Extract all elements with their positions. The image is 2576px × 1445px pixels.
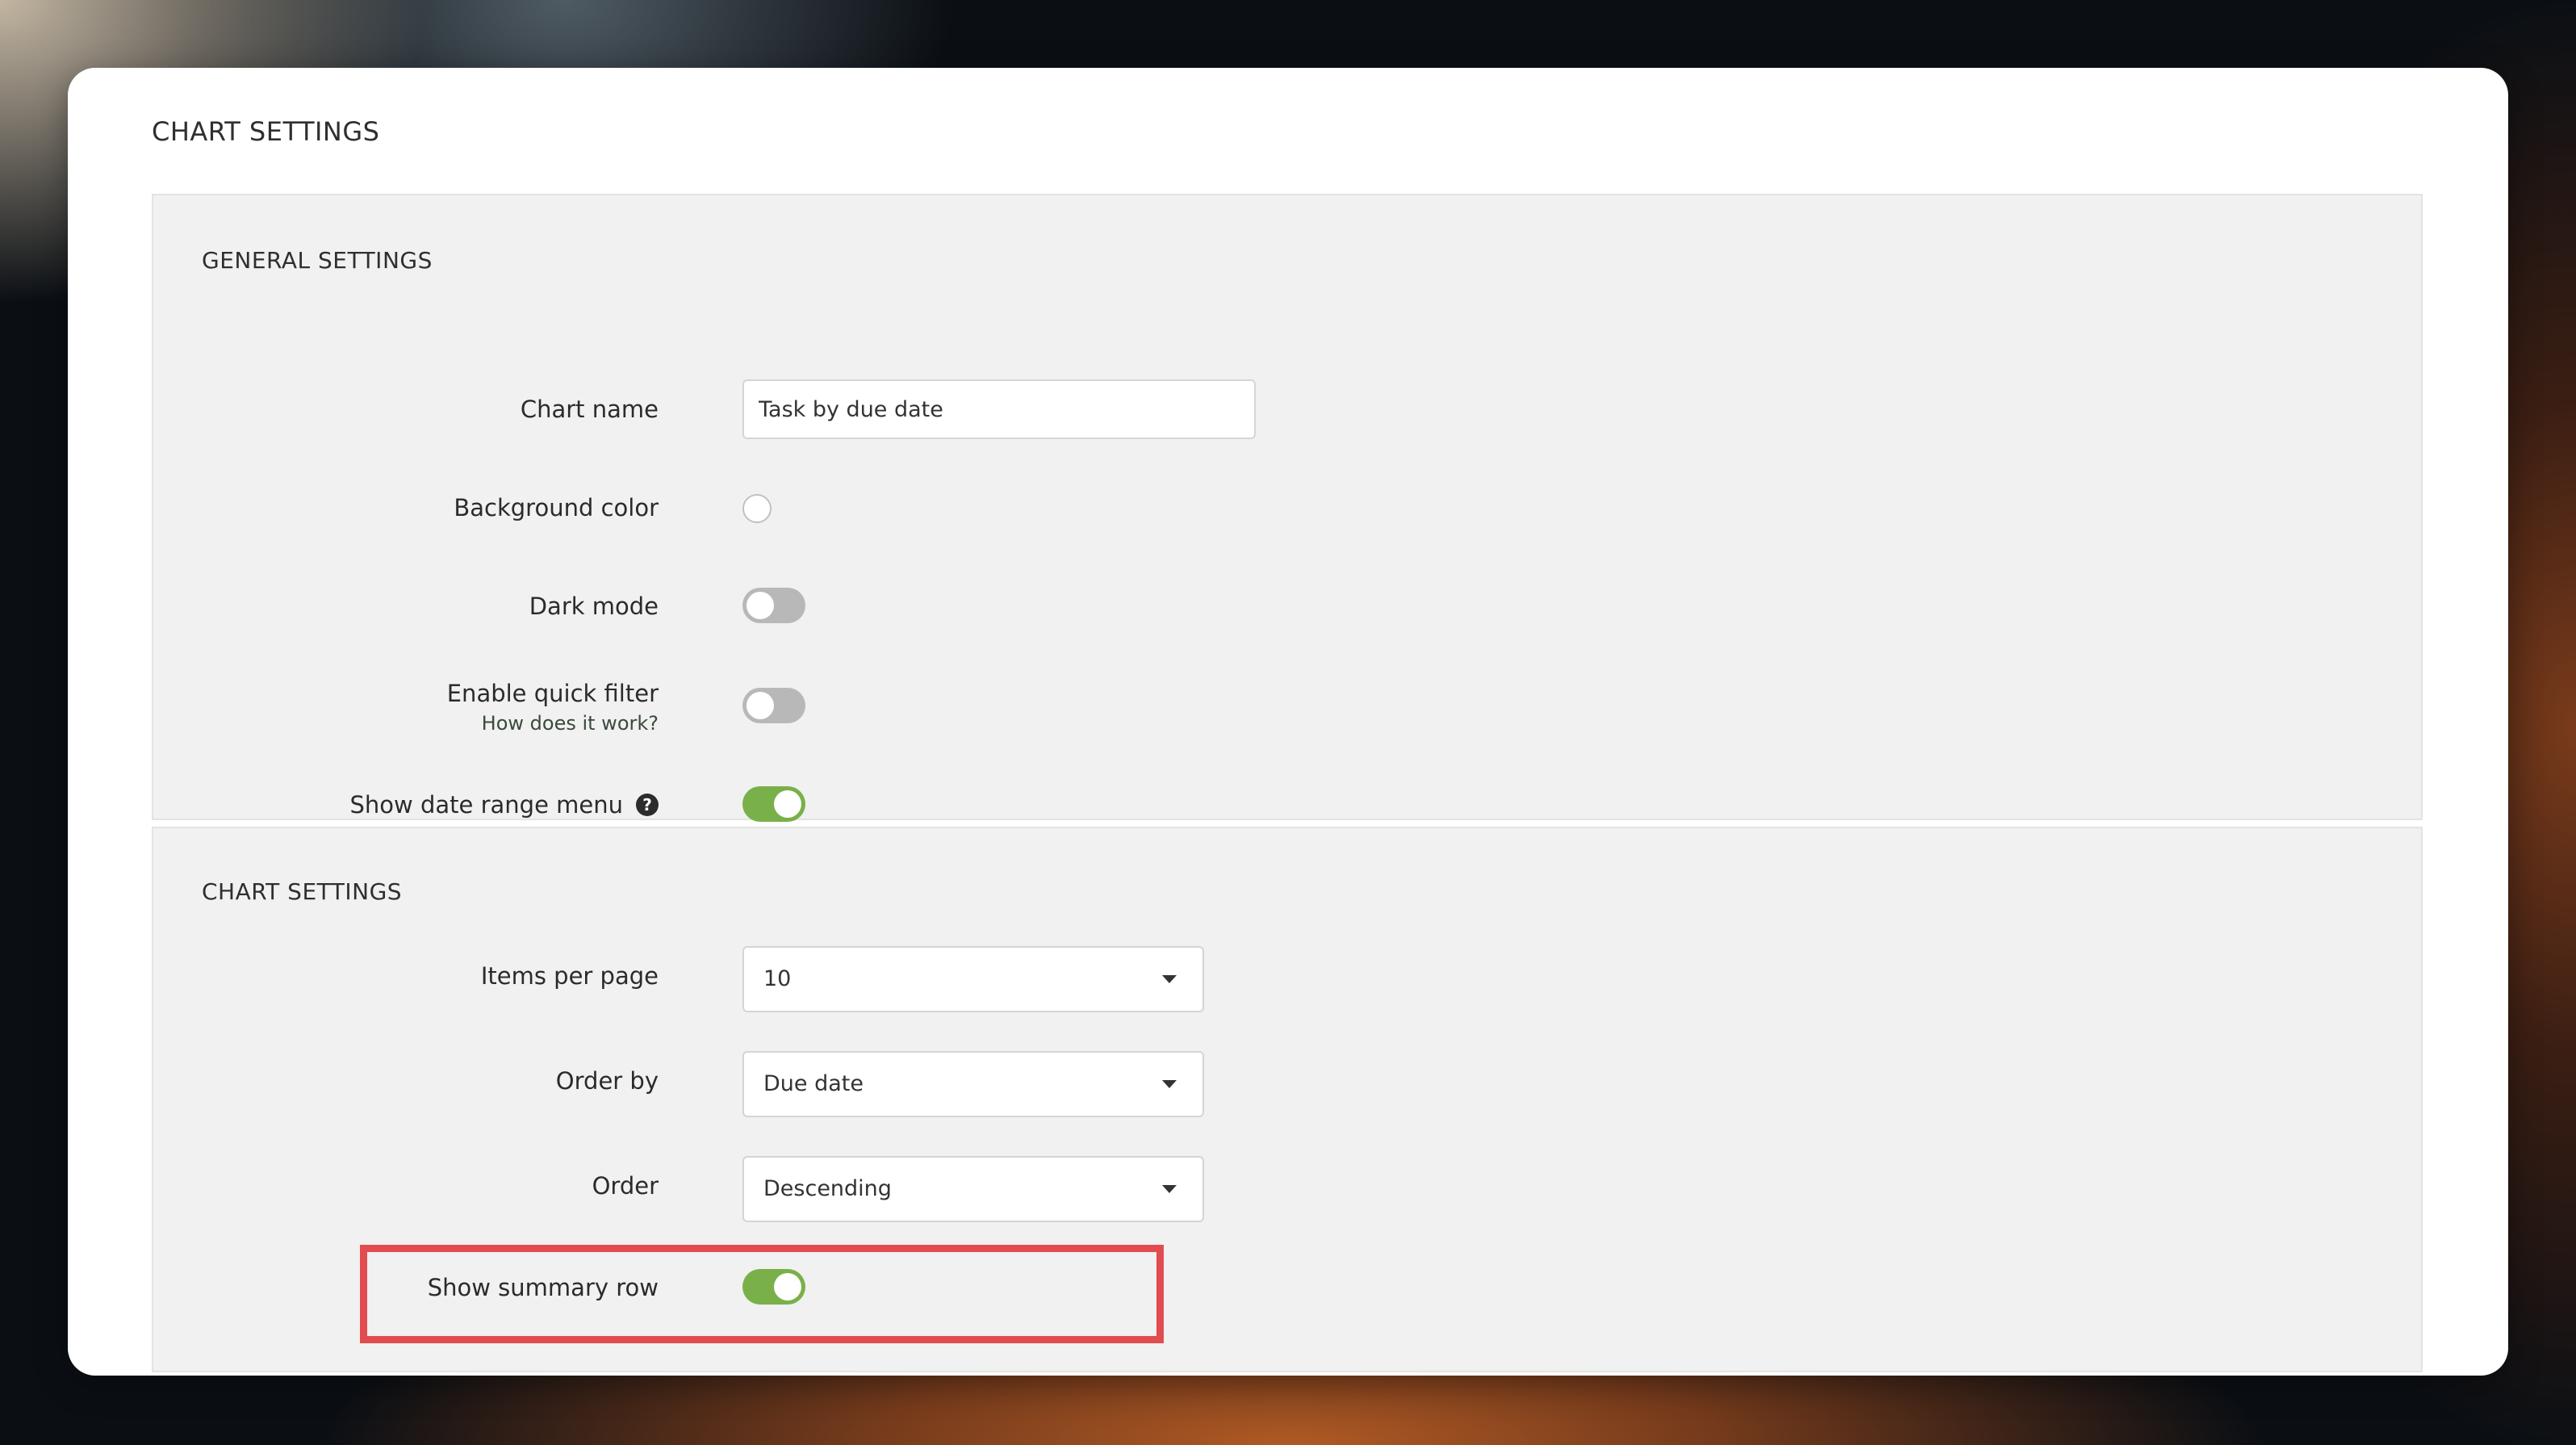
- chart-name-input[interactable]: [742, 379, 1256, 439]
- help-icon[interactable]: ?: [636, 794, 659, 816]
- dark-mode-toggle[interactable]: [742, 588, 805, 623]
- background-color-label: Background color: [454, 494, 659, 521]
- chart-settings-panel: CHART SETTINGS Items per page 10 Order b…: [152, 827, 2423, 1372]
- caret-down-icon: [1162, 1080, 1177, 1088]
- items-per-page-value: 10: [763, 966, 792, 991]
- date-range-toggle[interactable]: [742, 786, 805, 822]
- page-title: CHART SETTINGS: [152, 116, 380, 147]
- toggle-knob: [746, 592, 774, 619]
- dark-mode-label: Dark mode: [529, 593, 659, 620]
- caret-down-icon: [1162, 1185, 1177, 1193]
- chart-name-label: Chart name: [520, 396, 659, 423]
- general-settings-panel: GENERAL SETTINGS Chart name Background c…: [152, 194, 2423, 822]
- order-label: Order: [592, 1172, 659, 1200]
- summary-row-label: Show summary row: [427, 1274, 659, 1301]
- toggle-knob: [774, 790, 801, 818]
- caret-down-icon: [1162, 975, 1177, 983]
- toggle-knob: [746, 692, 774, 719]
- order-by-select[interactable]: Due date: [742, 1051, 1204, 1117]
- general-settings-title: GENERAL SETTINGS: [202, 247, 433, 274]
- settings-card: CHART SETTINGS GENERAL SETTINGS Chart na…: [68, 68, 2508, 1376]
- date-range-row-label: Show date range menu?: [350, 791, 659, 819]
- chart-settings-title: CHART SETTINGS: [202, 878, 403, 905]
- quick-filter-label: Enable quick filter: [446, 680, 659, 707]
- summary-row-toggle[interactable]: [742, 1269, 805, 1305]
- order-select[interactable]: Descending: [742, 1156, 1204, 1222]
- date-range-label: Show date range menu: [349, 791, 623, 819]
- toggle-knob: [774, 1273, 801, 1300]
- order-by-label: Order by: [555, 1067, 659, 1095]
- items-per-page-select[interactable]: 10: [742, 946, 1204, 1012]
- order-by-value: Due date: [763, 1071, 864, 1096]
- background-color-swatch[interactable]: [742, 494, 772, 523]
- quick-filter-help-link[interactable]: How does it work?: [482, 712, 659, 735]
- quick-filter-toggle[interactable]: [742, 688, 805, 723]
- order-value: Descending: [763, 1176, 892, 1201]
- items-per-page-label: Items per page: [480, 962, 659, 990]
